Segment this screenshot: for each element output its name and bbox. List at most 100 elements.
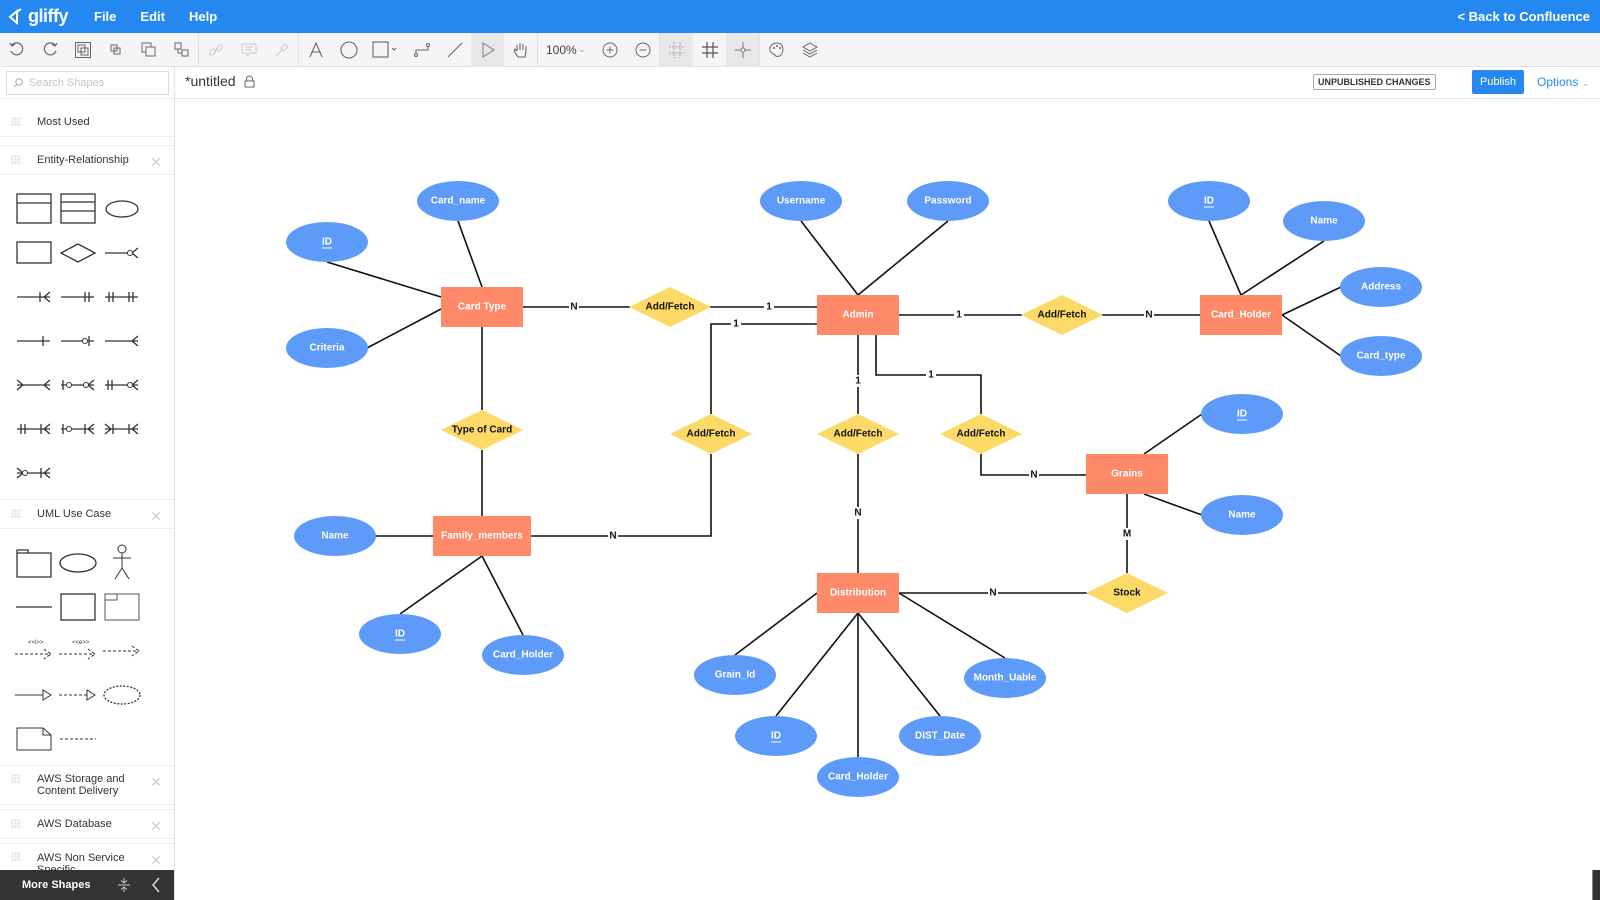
connector-line[interactable] [1240,240,1325,296]
shape-dependency[interactable] [100,644,144,658]
shape-package[interactable] [12,548,56,578]
drag-handle-icon[interactable] [11,116,21,127]
line-tool-button[interactable] [438,33,471,66]
lock-icon[interactable] [244,75,255,88]
shape-one[interactable] [12,334,56,348]
close-icon[interactable]: ✕ [150,774,162,791]
shape-association[interactable] [12,605,56,609]
connector-line[interactable] [800,220,859,296]
close-icon[interactable]: ✕ [150,508,162,525]
connector-line[interactable] [775,612,859,717]
menu-edit[interactable]: Edit [140,9,165,24]
link-button[interactable] [199,33,232,66]
menu-file[interactable]: File [94,9,116,24]
section-aws-database[interactable]: AWS Database ✕ [0,809,174,839]
shape-attribute[interactable] [100,199,144,219]
diagram-canvas[interactable]: N 1 1 1 N 1 1 N N N M N Card Type Admin Card_Holder Fam… [175,100,1600,900]
shape-zero-one[interactable] [56,334,100,348]
connector-line[interactable] [1281,286,1342,316]
shape-zero-one-one-many[interactable] [56,422,100,436]
shape-relationship[interactable] [56,243,100,263]
section-uml-use-case[interactable]: UML Use Case ✕ [0,499,174,529]
shape-system-boundary[interactable] [56,593,100,621]
connector-line[interactable] [531,454,712,537]
drag-handle-icon[interactable] [11,509,21,519]
back-to-confluence-link[interactable]: < Back to Confluence [1457,9,1590,24]
connector-line[interactable] [1208,220,1242,296]
shape-extend[interactable]: <<e>> [56,638,100,664]
shape-entity-box[interactable] [12,241,56,265]
shape-generalization[interactable] [12,688,56,702]
zoom-out-button[interactable] [626,33,659,66]
collapse-sidebar-icon[interactable] [150,877,162,896]
text-tool-button[interactable] [299,33,332,66]
shape-realization[interactable] [56,688,100,702]
gliffy-logo[interactable]: gliffy [8,6,69,27]
er-diagram[interactable]: N 1 1 1 N 1 1 N N N M N Card Type Admin Card_Holder Fam… [175,100,1600,900]
shape-many[interactable] [100,334,144,348]
connector-line[interactable] [326,261,442,298]
ellipse-tool-button[interactable] [332,33,365,66]
grid-off-button[interactable] [660,33,694,66]
connector-line[interactable] [366,308,442,349]
connector-line[interactable] [898,592,1006,659]
grid-button[interactable] [693,33,726,66]
connector-line[interactable] [1281,314,1342,357]
connector-line[interactable] [481,555,524,636]
shape-dashed-ellipse[interactable] [100,684,144,706]
shape-one-one-one-many[interactable] [12,422,56,436]
section-entity-relationship[interactable]: Entity-Relationship ✕ [0,145,174,175]
drag-handle-icon[interactable] [11,819,21,829]
connector-line[interactable] [710,323,817,414]
more-shapes-button[interactable]: More Shapes [22,879,90,891]
rectangle-tool-button[interactable] [365,33,405,66]
shape-one-one[interactable] [56,290,100,304]
connector-line[interactable] [857,612,941,717]
drag-handle-icon[interactable] [11,155,21,165]
shape-one-many[interactable] [12,290,56,304]
connector-line[interactable] [399,555,483,615]
shape-note[interactable] [12,727,56,751]
comment-button[interactable] [232,33,265,66]
connector-line[interactable] [857,220,949,296]
publish-button[interactable]: Publish [1472,70,1524,94]
shape-one-zero-many[interactable] [100,378,144,392]
pan-tool-button[interactable] [504,33,537,66]
drag-handle-icon[interactable] [11,774,21,784]
pointer-tool-button[interactable] [471,33,504,66]
search-shapes-input[interactable] [29,77,159,89]
connector-tool-button[interactable] [405,33,438,66]
send-to-back-button[interactable] [165,33,198,66]
section-most-used[interactable]: Most Used [0,107,174,137]
shape-one-one-both[interactable] [100,290,144,304]
connector-line[interactable] [1143,413,1203,455]
undo-button[interactable] [0,33,33,66]
zoom-in-button[interactable] [593,33,626,66]
connector-line[interactable] [1143,493,1203,516]
shape-note-box[interactable] [100,593,144,621]
shape-entity[interactable] [12,193,56,225]
menu-help[interactable]: Help [189,9,217,24]
close-icon[interactable]: ✕ [150,818,162,835]
shape-zero-many[interactable] [100,246,144,260]
shape-entity-multi[interactable] [56,193,100,225]
zoom-level-dropdown[interactable]: 100% ⌄ [538,33,593,66]
drag-handle-icon[interactable] [11,852,21,862]
eyedropper-button[interactable] [265,33,298,66]
redo-button[interactable] [33,33,66,66]
section-aws-storage[interactable]: AWS Storage and Content Delivery ✕ [0,765,174,805]
shape-include[interactable]: <<i>> [12,638,56,664]
shape-many-one-many[interactable] [100,422,144,436]
shape-many-zero-one-many[interactable] [12,466,56,480]
bring-to-front-button[interactable] [132,33,165,66]
group-button[interactable] [66,33,99,66]
connector-line[interactable] [457,220,483,288]
layers-button[interactable] [793,33,826,66]
close-icon[interactable]: ✕ [150,154,162,171]
theme-button[interactable] [760,33,793,66]
ungroup-button[interactable] [99,33,132,66]
document-title[interactable]: *untitled [185,73,236,89]
options-dropdown[interactable]: Options ⌄ [1537,75,1589,89]
shape-zero-one-zero-many[interactable] [56,378,100,392]
snap-button[interactable] [726,33,760,66]
